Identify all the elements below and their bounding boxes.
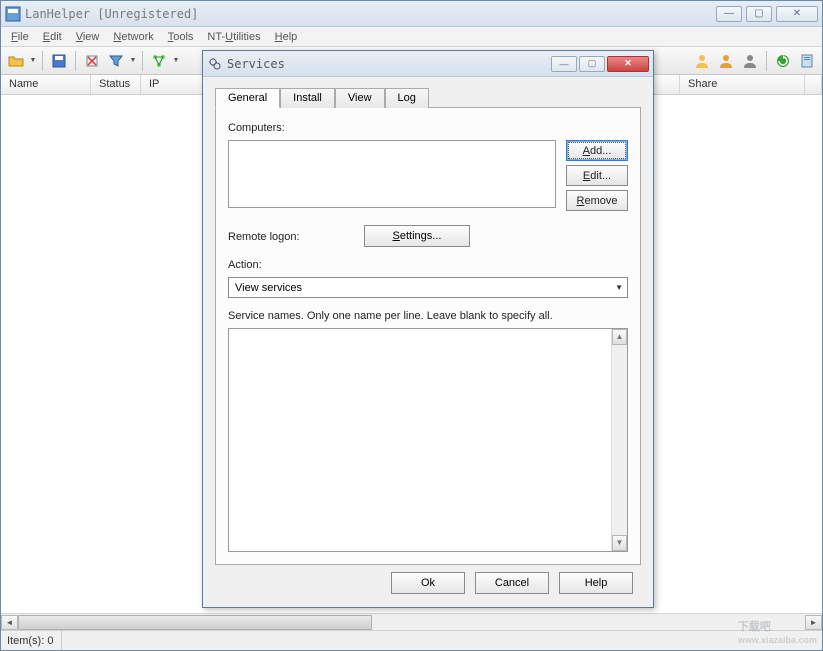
statusbar: Item(s): 0: [1, 630, 822, 650]
user1-icon[interactable]: [691, 50, 713, 72]
scroll-left-icon[interactable]: ◄: [1, 615, 18, 630]
add-button[interactable]: Add...: [566, 140, 628, 161]
separator: [75, 51, 76, 71]
dialog-body: General Install View Log Computers: Add.…: [203, 77, 653, 607]
dialog-maximize-button[interactable]: ▢: [579, 56, 605, 72]
menu-file[interactable]: File: [5, 29, 35, 45]
menu-nt-utilities[interactable]: NT-Utilities: [201, 29, 266, 45]
settings-button[interactable]: Settings...: [364, 225, 470, 247]
tab-general[interactable]: General: [215, 88, 280, 108]
menubar: File Edit View Network Tools NT-Utilitie…: [1, 27, 822, 47]
app-icon: [5, 6, 21, 22]
user2-icon[interactable]: [715, 50, 737, 72]
computers-listbox[interactable]: [228, 140, 556, 208]
tab-view[interactable]: View: [335, 88, 385, 108]
separator: [142, 51, 143, 71]
net-scan-icon[interactable]: [148, 50, 170, 72]
menu-tools[interactable]: Tools: [162, 29, 200, 45]
horizontal-scrollbar[interactable]: ◄ ►: [1, 613, 822, 630]
user3-icon[interactable]: [739, 50, 761, 72]
remote-logon-label: Remote logon:: [228, 231, 354, 243]
close-button[interactable]: ✕: [776, 6, 818, 22]
separator: [42, 51, 43, 71]
separator: [766, 51, 767, 71]
menu-edit[interactable]: Edit: [37, 29, 68, 45]
dialog-close-button[interactable]: ✕: [607, 56, 649, 72]
minimize-button[interactable]: —: [716, 6, 742, 22]
dialog-controls: — ▢ ✕: [551, 56, 649, 72]
main-titlebar: LanHelper [Unregistered] — ▢ ✕: [1, 1, 822, 27]
scroll-track[interactable]: [18, 615, 805, 630]
tabstrip: General Install View Log: [215, 88, 641, 108]
report-icon[interactable]: [796, 50, 818, 72]
tab-install[interactable]: Install: [280, 88, 335, 108]
action-value: View services: [235, 282, 302, 294]
menu-help[interactable]: Help: [269, 29, 304, 45]
filter-dropdown[interactable]: ▼: [129, 57, 137, 64]
window-controls: — ▢ ✕: [716, 6, 818, 22]
column-status[interactable]: Status: [91, 75, 141, 94]
maximize-button[interactable]: ▢: [746, 6, 772, 22]
open-icon[interactable]: [5, 50, 27, 72]
filter-icon[interactable]: [105, 50, 127, 72]
status-items: Item(s): 0: [7, 631, 62, 650]
service-hint-label: Service names. Only one name per line. L…: [228, 310, 628, 322]
cancel-button[interactable]: Cancel: [475, 572, 549, 594]
dialog-title: Services: [227, 57, 551, 71]
refresh-icon[interactable]: [772, 50, 794, 72]
scroll-right-icon[interactable]: ►: [805, 615, 822, 630]
column-name[interactable]: Name: [1, 75, 91, 94]
tab-panel-general: Computers: Add... Edit... Remove Remote …: [215, 107, 641, 565]
scroll-down-icon[interactable]: ▼: [612, 535, 627, 551]
edit-button[interactable]: Edit...: [566, 165, 628, 186]
dialog-minimize-button[interactable]: —: [551, 56, 577, 72]
scroll-track[interactable]: [612, 345, 627, 535]
ok-button[interactable]: Ok: [391, 572, 465, 594]
delete-icon[interactable]: [81, 50, 103, 72]
save-icon[interactable]: [48, 50, 70, 72]
computers-label: Computers:: [228, 122, 628, 134]
help-button[interactable]: Help: [559, 572, 633, 594]
chevron-down-icon: ▼: [615, 283, 623, 292]
dialog-titlebar[interactable]: Services — ▢ ✕: [203, 51, 653, 77]
service-names-textarea[interactable]: ▲ ▼: [228, 328, 628, 552]
services-dialog: Services — ▢ ✕ General Install View Log …: [202, 50, 654, 608]
menu-view[interactable]: View: [70, 29, 106, 45]
column-extra[interactable]: [805, 75, 822, 94]
vertical-scrollbar[interactable]: ▲ ▼: [611, 329, 627, 551]
net-scan-dropdown[interactable]: ▼: [172, 57, 180, 64]
tab-log[interactable]: Log: [385, 88, 429, 108]
remove-button[interactable]: Remove: [566, 190, 628, 211]
action-select[interactable]: View services ▼: [228, 277, 628, 298]
scroll-up-icon[interactable]: ▲: [612, 329, 627, 345]
main-title: LanHelper [Unregistered]: [25, 7, 716, 21]
dialog-footer: Ok Cancel Help: [215, 565, 641, 601]
menu-network[interactable]: Network: [107, 29, 159, 45]
scroll-thumb[interactable]: [18, 615, 372, 630]
action-label: Action:: [228, 259, 628, 271]
column-share[interactable]: Share: [680, 75, 805, 94]
services-icon: [207, 56, 223, 72]
open-dropdown[interactable]: ▼: [29, 57, 37, 64]
